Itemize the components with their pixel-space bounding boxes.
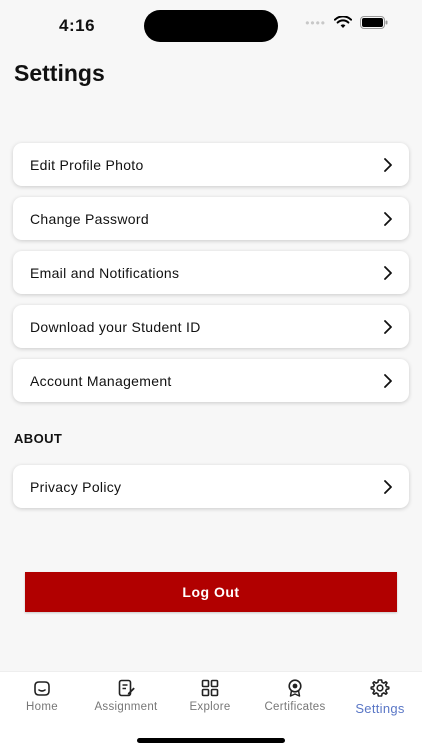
menu-item-account-management[interactable]: Account Management bbox=[13, 359, 409, 402]
tab-label: Explore bbox=[189, 701, 231, 713]
page-title: Settings bbox=[14, 60, 105, 86]
tab-home[interactable]: Home bbox=[0, 678, 84, 713]
status-indicators: •••• bbox=[305, 16, 388, 29]
signal-icon: •••• bbox=[305, 15, 326, 30]
tab-label: Assignment bbox=[94, 701, 158, 713]
certificate-icon bbox=[288, 679, 302, 697]
tab-explore[interactable]: Explore bbox=[168, 678, 252, 713]
gear-icon bbox=[370, 679, 390, 697]
chevron-right-icon bbox=[384, 211, 392, 226]
grid-icon bbox=[201, 679, 219, 697]
tab-label: Home bbox=[26, 701, 58, 713]
dynamic-island bbox=[144, 10, 278, 42]
tab-label: Certificates bbox=[264, 701, 326, 713]
about-menu: Privacy Policy bbox=[13, 465, 409, 519]
menu-item-label: Download your Student ID bbox=[30, 318, 201, 335]
assignment-icon bbox=[118, 679, 135, 697]
menu-item-download-student-id[interactable]: Download your Student ID bbox=[13, 305, 409, 348]
home-icon bbox=[34, 681, 50, 696]
menu-item-label: Change Password bbox=[30, 210, 149, 227]
status-time: 4:16 bbox=[59, 16, 96, 35]
menu-item-privacy-policy[interactable]: Privacy Policy bbox=[13, 465, 409, 508]
section-header-about: ABOUT bbox=[14, 431, 63, 446]
chevron-right-icon bbox=[384, 479, 392, 494]
menu-item-edit-profile-photo[interactable]: Edit Profile Photo bbox=[13, 143, 409, 186]
tab-certificates[interactable]: Certificates bbox=[253, 678, 337, 713]
settings-menu: Edit Profile Photo Change Password Email… bbox=[13, 143, 409, 413]
menu-item-label: Privacy Policy bbox=[30, 478, 122, 495]
home-indicator[interactable] bbox=[137, 738, 285, 743]
menu-item-email-notifications[interactable]: Email and Notifications bbox=[13, 251, 409, 294]
menu-item-change-password[interactable]: Change Password bbox=[13, 197, 409, 240]
chevron-right-icon bbox=[384, 319, 392, 334]
status-bar: 4:16 •••• bbox=[0, 0, 422, 52]
battery-icon bbox=[360, 16, 388, 29]
menu-item-label: Edit Profile Photo bbox=[30, 156, 144, 173]
tab-label: Settings bbox=[355, 701, 405, 716]
chevron-right-icon bbox=[384, 157, 392, 172]
menu-item-label: Email and Notifications bbox=[30, 264, 180, 281]
chevron-right-icon bbox=[384, 265, 392, 280]
tab-assignment[interactable]: Assignment bbox=[84, 678, 168, 713]
chevron-right-icon bbox=[384, 373, 392, 388]
menu-item-label: Account Management bbox=[30, 372, 172, 389]
tab-settings[interactable]: Settings bbox=[338, 678, 422, 716]
logout-button[interactable]: Log Out bbox=[25, 572, 397, 612]
wifi-icon bbox=[334, 16, 352, 28]
